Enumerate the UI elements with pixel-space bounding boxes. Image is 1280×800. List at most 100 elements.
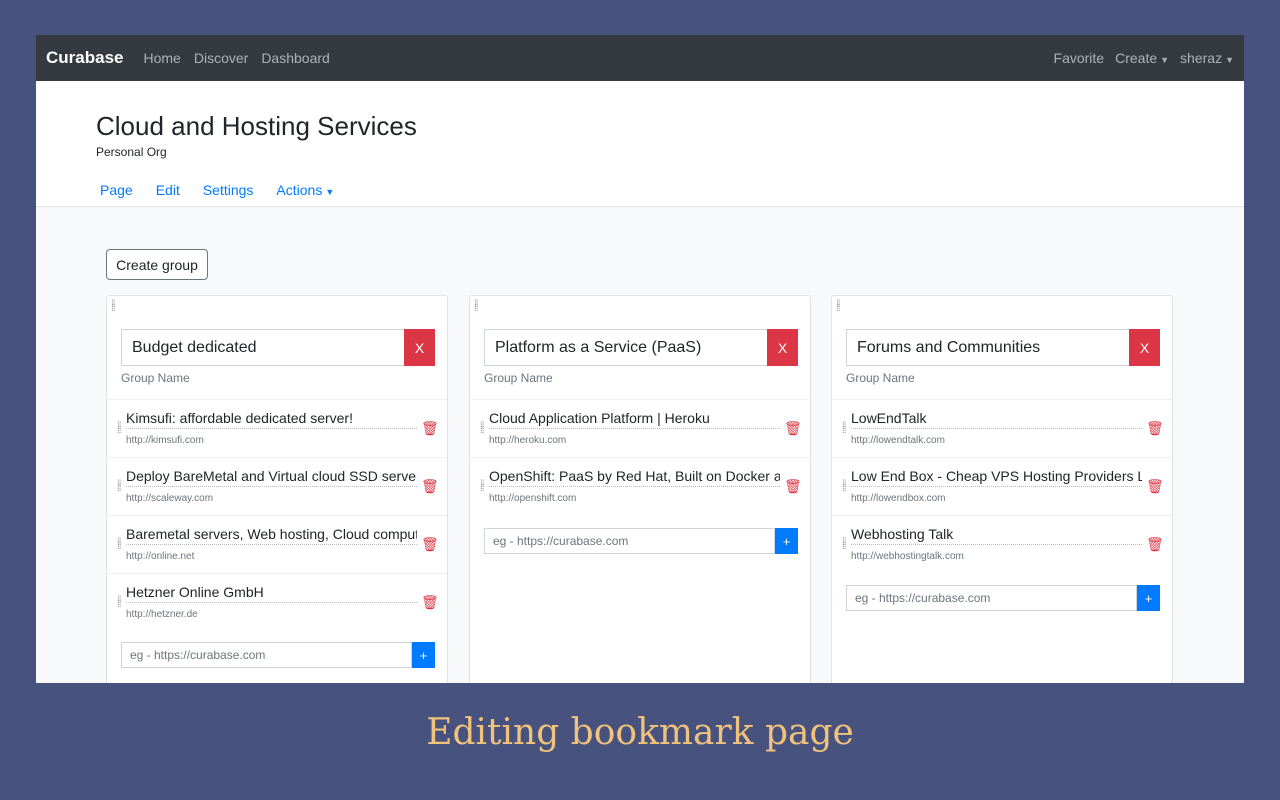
link-list: ⁞⁞ ⁞⁞ LowEndTalk http://lowendtalk.com 🗑 …	[832, 399, 1172, 573]
nav-favorite[interactable]: Favorite	[1054, 50, 1105, 66]
link-item: ⁞⁞ ⁞⁞ LowEndTalk http://lowendtalk.com 🗑	[832, 399, 1172, 457]
trash-icon[interactable]: 🗑	[784, 478, 802, 495]
link-url: http://openshift.com	[489, 493, 577, 504]
group-name-help: Group Name	[846, 371, 915, 385]
group-card: ⁞⁞ ⁞⁞ Forums and Communities X Group Name…	[831, 295, 1173, 683]
link-title-input[interactable]: Baremetal servers, Web hosting, Cloud co…	[126, 526, 417, 545]
trash-icon[interactable]: 🗑	[421, 478, 439, 495]
add-link-input[interactable]: eg - https://curabase.com	[484, 528, 775, 554]
group-card: ⁞⁞ ⁞⁞ Budget dedicated X Group Name ⁞⁞ ⁞⁞ …	[106, 295, 448, 683]
link-url: http://webhostingtalk.com	[851, 551, 964, 562]
group-name-input[interactable]: Budget dedicated	[121, 329, 404, 366]
trash-icon[interactable]: 🗑	[784, 420, 802, 437]
link-url: http://heroku.com	[489, 435, 567, 446]
tab-actions[interactable]: Actions ▼	[276, 182, 334, 198]
drag-handle-icon[interactable]: ⁞⁞ ⁞⁞	[480, 480, 484, 494]
add-link-row: eg - https://curabase.com +	[846, 585, 1160, 611]
link-url: http://online.net	[126, 551, 195, 562]
group-name-input[interactable]: Platform as a Service (PaaS)	[484, 329, 767, 366]
drag-handle-icon[interactable]: ⁞⁞ ⁞⁞	[474, 300, 478, 314]
link-list: ⁞⁞ ⁞⁞ Kimsufi: affordable dedicated serve…	[107, 399, 447, 631]
trash-icon[interactable]: 🗑	[421, 594, 439, 611]
group-card: ⁞⁞ ⁞⁞ Platform as a Service (PaaS) X Grou…	[469, 295, 811, 683]
link-item: ⁞⁞ ⁞⁞ Baremetal servers, Web hosting, Clo…	[107, 515, 447, 573]
link-title-input[interactable]: LowEndTalk	[851, 410, 1142, 429]
tab-settings[interactable]: Settings	[203, 182, 254, 198]
trash-icon[interactable]: 🗑	[1146, 478, 1164, 495]
browser-window: Curabase Home Discover Dashboard Favorit…	[36, 35, 1244, 683]
nav-create-dropdown[interactable]: Create ▼	[1115, 50, 1169, 66]
link-title-input[interactable]: Low End Box - Cheap VPS Hosting Provider…	[851, 468, 1142, 487]
caret-down-icon: ▼	[1225, 55, 1234, 65]
navbar-right: Favorite Create ▼ sheraz ▼	[1043, 50, 1234, 66]
drag-handle-icon[interactable]: ⁞⁞ ⁞⁞	[117, 538, 121, 552]
link-title-input[interactable]: OpenShift: PaaS by Red Hat, Built on Doc…	[489, 468, 780, 487]
drag-handle-icon[interactable]: ⁞⁞ ⁞⁞	[111, 300, 115, 314]
add-link-input[interactable]: eg - https://curabase.com	[121, 642, 412, 668]
add-link-row: eg - https://curabase.com +	[121, 642, 435, 668]
drag-handle-icon[interactable]: ⁞⁞ ⁞⁞	[117, 596, 121, 610]
link-url: http://lowendbox.com	[851, 493, 946, 504]
link-item: ⁞⁞ ⁞⁞ Low End Box - Cheap VPS Hosting Pro…	[832, 457, 1172, 515]
link-url: http://scaleway.com	[126, 493, 214, 504]
page-tabs: Page Edit Settings Actions ▼	[100, 182, 357, 198]
page-subtitle: Personal Org	[96, 145, 167, 159]
tab-edit[interactable]: Edit	[156, 182, 180, 198]
trash-icon[interactable]: 🗑	[421, 420, 439, 437]
top-navbar: Curabase Home Discover Dashboard Favorit…	[36, 35, 1244, 81]
add-link-button[interactable]: +	[775, 528, 798, 554]
drag-handle-icon[interactable]: ⁞⁞ ⁞⁞	[480, 422, 484, 436]
drag-handle-icon[interactable]: ⁞⁞ ⁞⁞	[842, 538, 846, 552]
nav-home[interactable]: Home	[143, 50, 180, 66]
caret-down-icon: ▼	[325, 187, 335, 197]
caption: Editing bookmark page	[426, 712, 854, 753]
trash-icon[interactable]: 🗑	[1146, 420, 1164, 437]
link-item: ⁞⁞ ⁞⁞ OpenShift: PaaS by Red Hat, Built o…	[470, 457, 810, 515]
create-group-button[interactable]: Create group	[106, 249, 208, 280]
drag-handle-icon[interactable]: ⁞⁞ ⁞⁞	[117, 422, 121, 436]
brand-logo[interactable]: Curabase	[46, 48, 123, 68]
nav-user-label: sheraz	[1180, 50, 1223, 66]
group-name-row: Platform as a Service (PaaS) X	[484, 329, 798, 366]
link-item: ⁞⁞ ⁞⁞ Cloud Application Platform | Heroku…	[470, 399, 810, 457]
add-link-input[interactable]: eg - https://curabase.com	[846, 585, 1137, 611]
add-link-button[interactable]: +	[1137, 585, 1160, 611]
nav-discover[interactable]: Discover	[194, 50, 248, 66]
tab-page[interactable]: Page	[100, 182, 133, 198]
link-title-input[interactable]: Cloud Application Platform | Heroku	[489, 410, 780, 429]
nav-create-label: Create	[1115, 50, 1158, 66]
link-list: ⁞⁞ ⁞⁞ Cloud Application Platform | Heroku…	[470, 399, 810, 515]
drag-handle-icon[interactable]: ⁞⁞ ⁞⁞	[842, 480, 846, 494]
trash-icon[interactable]: 🗑	[421, 536, 439, 553]
add-link-button[interactable]: +	[412, 642, 435, 668]
caret-down-icon: ▼	[1160, 55, 1170, 65]
link-item: ⁞⁞ ⁞⁞ Hetzner Online GmbH http://hetzner.…	[107, 573, 447, 631]
link-title-input[interactable]: Hetzner Online GmbH	[126, 584, 417, 603]
page-title: Cloud and Hosting Services	[96, 111, 417, 141]
link-title-input[interactable]: Kimsufi: affordable dedicated server!	[126, 410, 417, 429]
group-name-help: Group Name	[484, 371, 553, 385]
link-item: ⁞⁞ ⁞⁞ Kimsufi: affordable dedicated serve…	[107, 399, 447, 457]
link-item: ⁞⁞ ⁞⁞ Webhosting Talk http://webhostingta…	[832, 515, 1172, 573]
nav-user-dropdown[interactable]: sheraz ▼	[1180, 50, 1234, 66]
link-title-input[interactable]: Deploy BareMetal and Virtual cloud SSD s…	[126, 468, 417, 487]
drag-handle-icon[interactable]: ⁞⁞ ⁞⁞	[117, 480, 121, 494]
link-item: ⁞⁞ ⁞⁞ Deploy BareMetal and Virtual cloud …	[107, 457, 447, 515]
nav-dashboard[interactable]: Dashboard	[261, 50, 330, 66]
trash-icon[interactable]: 🗑	[1146, 536, 1164, 553]
link-title-input[interactable]: Webhosting Talk	[851, 526, 1142, 545]
link-url: http://hetzner.de	[126, 609, 198, 620]
page-header: Cloud and Hosting Services Personal Org …	[36, 81, 1244, 207]
delete-group-button[interactable]: X	[1129, 329, 1160, 366]
group-name-help: Group Name	[121, 371, 190, 385]
link-url: http://kimsufi.com	[126, 435, 204, 446]
group-name-row: Budget dedicated X	[121, 329, 435, 366]
delete-group-button[interactable]: X	[767, 329, 798, 366]
drag-handle-icon[interactable]: ⁞⁞ ⁞⁞	[842, 422, 846, 436]
delete-group-button[interactable]: X	[404, 329, 435, 366]
tab-actions-label: Actions	[276, 182, 323, 198]
drag-handle-icon[interactable]: ⁞⁞ ⁞⁞	[836, 300, 840, 314]
group-name-row: Forums and Communities X	[846, 329, 1160, 366]
group-name-input[interactable]: Forums and Communities	[846, 329, 1129, 366]
add-link-row: eg - https://curabase.com +	[484, 528, 798, 554]
